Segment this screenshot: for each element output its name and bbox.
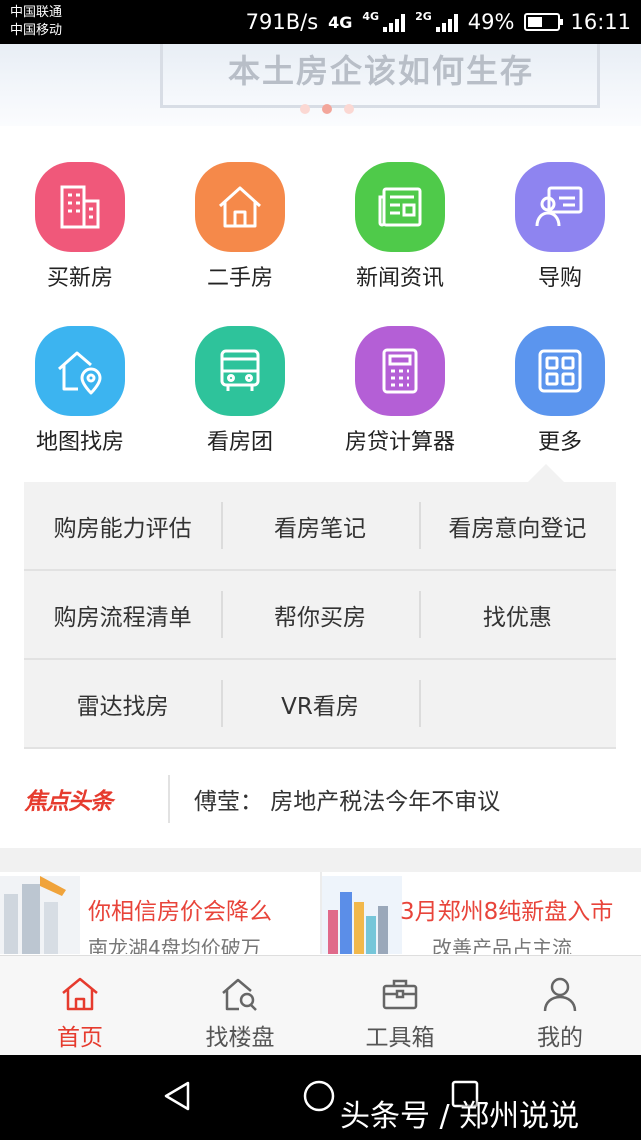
signal-icon [383, 12, 406, 32]
promo-card-2[interactable]: 3月郑州8纯新盘入市 改善产品占主流 [320, 872, 640, 954]
network-type-2: 4G [362, 9, 380, 23]
grid-row-2: 地图找房 看房团 房贷计算器 更多 [0, 314, 641, 478]
grid-item-more[interactable]: 更多 [480, 314, 640, 478]
panel-item-vr-viewing[interactable]: VR看房 [221, 660, 418, 747]
promo-strip: 你相信房价会降么 南龙湖4盘均价破万 3月郑州8纯新盘入市 改善产品占主流 [0, 872, 641, 954]
panel-row-2: 购房流程清单 帮你买房 找优惠 [24, 571, 616, 660]
tab-find-property-label: 找楼盘 [205, 1025, 275, 1051]
grid-label-news: 新闻资讯 [355, 266, 444, 291]
newspaper-icon [355, 162, 445, 252]
promo-image-1 [0, 876, 80, 954]
tab-toolbox[interactable]: 工具箱 [320, 956, 480, 1055]
status-indicators: 791B/s 4G 4G 2G 49% 16:11 [246, 8, 631, 36]
panel-item-affordability[interactable]: 购房能力评估 [24, 482, 221, 569]
grid-row-1: 买新房 二手房 新闻资讯 导购 [0, 150, 641, 314]
banner-title: 本土房企该如何生存 [228, 52, 535, 90]
promo-title-2: 3月郑州8纯新盘入市 [400, 899, 614, 925]
grid-item-guide[interactable]: 导购 [480, 150, 640, 314]
clock: 16:11 [570, 10, 631, 34]
panel-item-help-buy[interactable]: 帮你买房 [221, 571, 418, 658]
grid-item-tour-group[interactable]: 看房团 [160, 314, 320, 478]
battery-icon [524, 13, 564, 31]
feature-grid: 买新房 二手房 新闻资讯 导购 地图找房 看房团 房贷计算器 更多 [0, 150, 641, 478]
tab-profile[interactable]: 我的 [480, 956, 640, 1055]
network-type-3: 2G [415, 9, 432, 23]
panel-item-radar-search[interactable]: 雷达找房 [24, 660, 221, 747]
banner-dot [300, 104, 310, 114]
home-icon [62, 977, 98, 1011]
house-search-icon [222, 978, 257, 1011]
grid-label-loan-calculator: 房贷计算器 [344, 430, 455, 455]
tab-toolbox-label: 工具箱 [365, 1025, 435, 1051]
grid-more-icon [515, 326, 605, 416]
headline-text: 傅莹： 房地产税法今年不审议 [194, 789, 501, 815]
building-icon [35, 162, 125, 252]
battery-percent: 49% [467, 10, 515, 34]
grid-item-second-hand[interactable]: 二手房 [160, 150, 320, 314]
banner-carousel[interactable]: 本土房企该如何生存 [0, 44, 641, 126]
grid-label-tour-group: 看房团 [206, 430, 273, 455]
panel-item-intent-registration[interactable]: 看房意向登记 [418, 482, 616, 569]
tab-home[interactable]: 首页 [0, 956, 160, 1055]
grid-label-guide: 导购 [537, 266, 582, 291]
headline-divider [168, 775, 170, 823]
watermark: 头条号 / 郑州说说 [340, 1099, 580, 1134]
toolbox-icon [382, 979, 418, 1010]
grid-item-buy-new[interactable]: 买新房 [0, 150, 160, 314]
panel-row-3: 雷达找房 VR看房 [24, 660, 616, 749]
panel-row-1: 购房能力评估 看房笔记 看房意向登记 [24, 482, 616, 571]
signal-icon-2 [435, 12, 458, 32]
banner-dot [322, 104, 332, 114]
panel-item-empty [418, 660, 616, 747]
grid-label-more: 更多 [537, 430, 582, 455]
carrier-info: 中国联通 中国移动 [10, 4, 62, 40]
tab-find-property[interactable]: 找楼盘 [160, 956, 320, 1055]
house-icon [195, 162, 285, 252]
promo-title-1: 你相信房价会降么 [88, 899, 272, 925]
grid-label-second-hand: 二手房 [206, 266, 273, 291]
panel-item-deals[interactable]: 找优惠 [418, 571, 616, 658]
section-divider [0, 848, 641, 872]
promo-card-1[interactable]: 你相信房价会降么 南龙湖4盘均价破万 [0, 872, 320, 954]
carrier-name-1: 中国联通 [10, 5, 63, 20]
calculator-icon [355, 326, 445, 416]
panel-item-viewing-notes[interactable]: 看房笔记 [221, 482, 418, 569]
user-icon [543, 977, 577, 1012]
back-icon[interactable] [160, 1079, 194, 1113]
status-bar: 中国联通 中国移动 791B/s 4G 4G 2G 49% 16:11 [0, 0, 641, 44]
home-circle-icon[interactable] [302, 1079, 336, 1113]
panel-caret [528, 464, 564, 482]
headline-ticker[interactable]: 焦点头条 傅莹： 房地产税法今年不审议 [0, 750, 641, 848]
bus-icon [195, 326, 285, 416]
grid-item-news[interactable]: 新闻资讯 [320, 150, 480, 314]
network-type-1: 4G [328, 12, 353, 32]
more-panel: 购房能力评估 看房笔记 看房意向登记 购房流程清单 帮你买房 找优惠 雷达找房 … [24, 482, 616, 749]
grid-label-buy-new: 买新房 [46, 266, 113, 291]
banner-pagination [300, 104, 354, 114]
tab-profile-label: 我的 [537, 1025, 583, 1051]
promo-subtitle-1: 南龙湖4盘均价破万 [88, 936, 261, 954]
grid-item-map-search[interactable]: 地图找房 [0, 314, 160, 478]
headline-brand-logo: 焦点头条 [24, 789, 113, 815]
system-nav-bar: 头条号 / 郑州说说 [0, 1055, 641, 1140]
banner-dot [344, 104, 354, 114]
promo-image-2 [322, 876, 402, 954]
guide-icon [515, 162, 605, 252]
panel-item-process-checklist[interactable]: 购房流程清单 [24, 571, 221, 658]
map-pin-house-icon [35, 326, 125, 416]
network-speed: 791B/s [245, 10, 319, 34]
carrier-name-2: 中国移动 [10, 23, 63, 38]
grid-item-loan-calculator[interactable]: 房贷计算器 [320, 314, 480, 478]
bottom-tab-bar: 首页 找楼盘 工具箱 我的 [0, 955, 641, 1055]
tab-home-label: 首页 [57, 1025, 103, 1051]
promo-subtitle-2: 改善产品占主流 [432, 936, 572, 954]
grid-label-map-search: 地图找房 [35, 430, 124, 455]
battery-fill [528, 17, 543, 27]
